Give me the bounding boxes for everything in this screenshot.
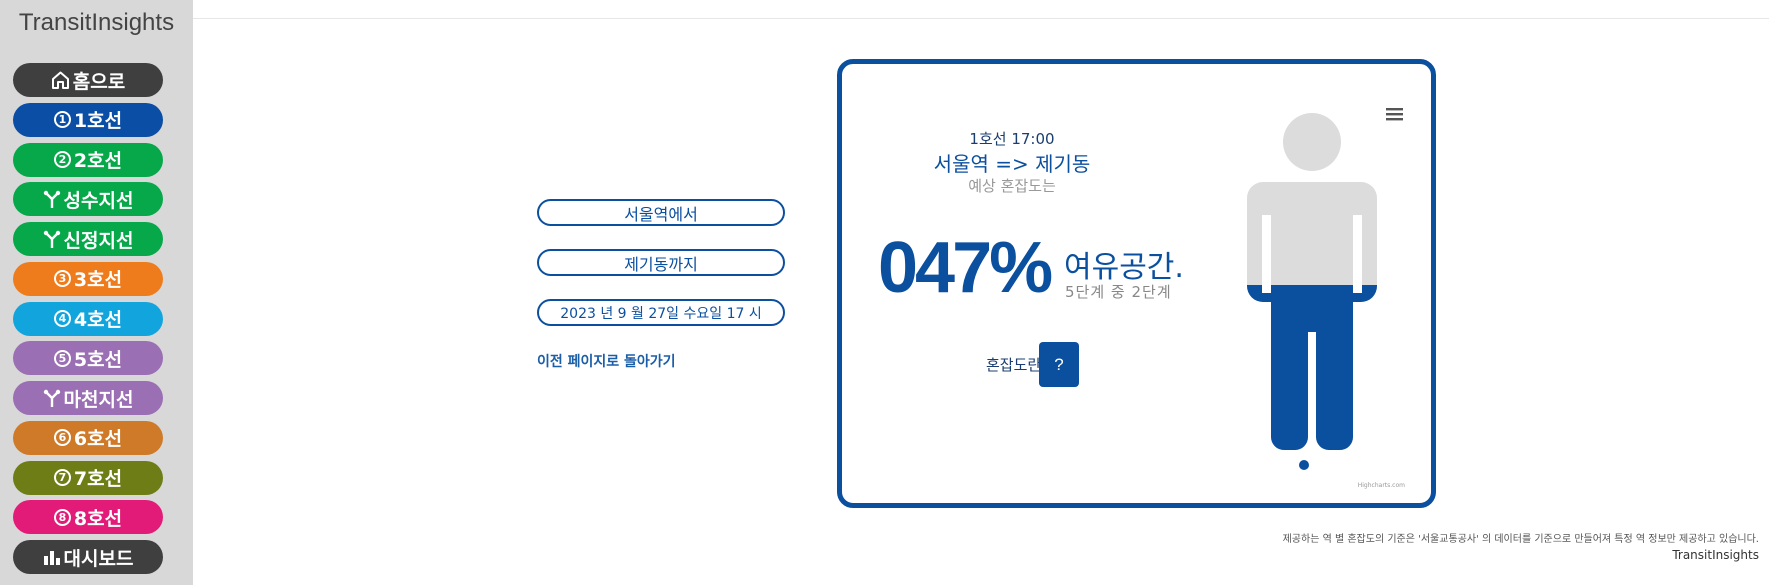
congestion-percent: 047% <box>878 228 1053 308</box>
sidebar-item[interactable]: 5 5호선 <box>13 341 163 376</box>
sidebar-item[interactable]: 8 8호선 <box>13 500 163 535</box>
branch-icon <box>43 389 61 408</box>
branch-icon <box>43 190 61 209</box>
sidebar-item-label: 2호선 <box>73 150 123 172</box>
top-divider <box>193 18 1769 19</box>
sidebar-item[interactable]: 6 6호선 <box>13 420 163 455</box>
sidebar-item[interactable]: 성수지선 <box>13 182 163 217</box>
person-fill-icon <box>1247 113 1377 450</box>
sidebar-item-label: 7호선 <box>73 468 123 490</box>
sidebar-item-label: 3호선 <box>73 269 123 292</box>
sidebar-item-label: 4호선 <box>73 309 123 331</box>
sidebar-item-label: 성수지선 <box>63 189 134 212</box>
sidebar-item-label: 6호선 <box>73 428 123 451</box>
chart-credit[interactable]: Highcharts.com <box>1358 482 1405 489</box>
sidebar-item-label: 1호선 <box>73 110 123 133</box>
sidebar-item[interactable]: 7 7호선 <box>13 460 163 495</box>
help-button[interactable]: ? <box>1039 342 1079 387</box>
sidebar-item[interactable]: 홈으로 <box>13 63 163 97</box>
line-5-icon: 5 <box>53 349 71 367</box>
back-link[interactable]: 이전 페이지로 돌아가기 <box>537 351 676 371</box>
line-7-icon: 7 <box>53 469 71 486</box>
footer-note: 제공하는 역 별 혼잡도의 기준은 '서울교통공사' 의 데이터를 기준으로 만… <box>1282 534 1759 545</box>
sidebar-item-label: 마천지선 <box>63 388 134 411</box>
sidebar: TransitInsights 홈으로 1 1호선 2 2호선 성수지선 신정지선 3 3호선 4… <box>0 0 193 585</box>
sidebar-item[interactable]: 신정지선 <box>13 222 163 256</box>
line-3-icon: 3 <box>53 270 71 288</box>
predicted-congestion-label: 예상 혼잡도는 <box>968 177 1056 195</box>
line-8-icon: 8 <box>53 508 71 526</box>
route-label: 서울역 => 제기동 <box>933 152 1091 176</box>
bar-chart-icon <box>43 548 61 566</box>
congestion-card: 1호선 17:00 서울역 => 제기동 예상 혼잡도는 047% 여유공간. … <box>837 59 1436 508</box>
help-label: 혼잡도란 <box>986 356 1042 374</box>
footer-brand: TransitInsights <box>1672 548 1759 562</box>
line-1-icon: 1 <box>53 111 71 129</box>
home-icon <box>51 71 70 89</box>
line-time-label: 1호선 17:00 <box>969 130 1055 148</box>
branch-icon <box>43 230 61 249</box>
datetime-field[interactable]: 2023 년 9 월 27일 수요일 17 시 <box>537 299 785 326</box>
sidebar-item-label: 5호선 <box>73 348 123 371</box>
congestion-stage: 5단계 중 2단계 <box>1065 283 1172 301</box>
destination-station-field[interactable]: 제기동까지 <box>537 249 785 276</box>
line-4-icon: 4 <box>53 310 71 327</box>
sidebar-item-label: 8호선 <box>73 507 123 530</box>
sidebar-item[interactable]: 대시보드 <box>13 540 163 574</box>
congestion-status: 여유공간. <box>1064 250 1184 285</box>
sidebar-item[interactable]: 4 4호선 <box>13 301 163 336</box>
person-filled-area <box>1247 285 1377 450</box>
line-6-icon: 6 <box>53 429 71 447</box>
sidebar-item[interactable]: 1 1호선 <box>13 102 163 137</box>
sidebar-item[interactable]: 3 3호선 <box>13 261 163 296</box>
sidebar-item-label: 홈으로 <box>72 70 126 93</box>
sidebar-item[interactable]: 마천지선 <box>13 381 163 415</box>
sidebar-item-label: 신정지선 <box>63 229 134 252</box>
brand-logo: TransitInsights <box>18 9 175 36</box>
sidebar-item[interactable]: 2 2호선 <box>13 142 163 177</box>
chart-menu-icon[interactable] <box>1386 106 1404 122</box>
line-2-icon: 2 <box>53 151 71 168</box>
page-indicator-dot[interactable] <box>1299 460 1309 470</box>
sidebar-item-label: 대시보드 <box>63 547 134 570</box>
origin-station-field[interactable]: 서울역에서 <box>537 199 785 226</box>
